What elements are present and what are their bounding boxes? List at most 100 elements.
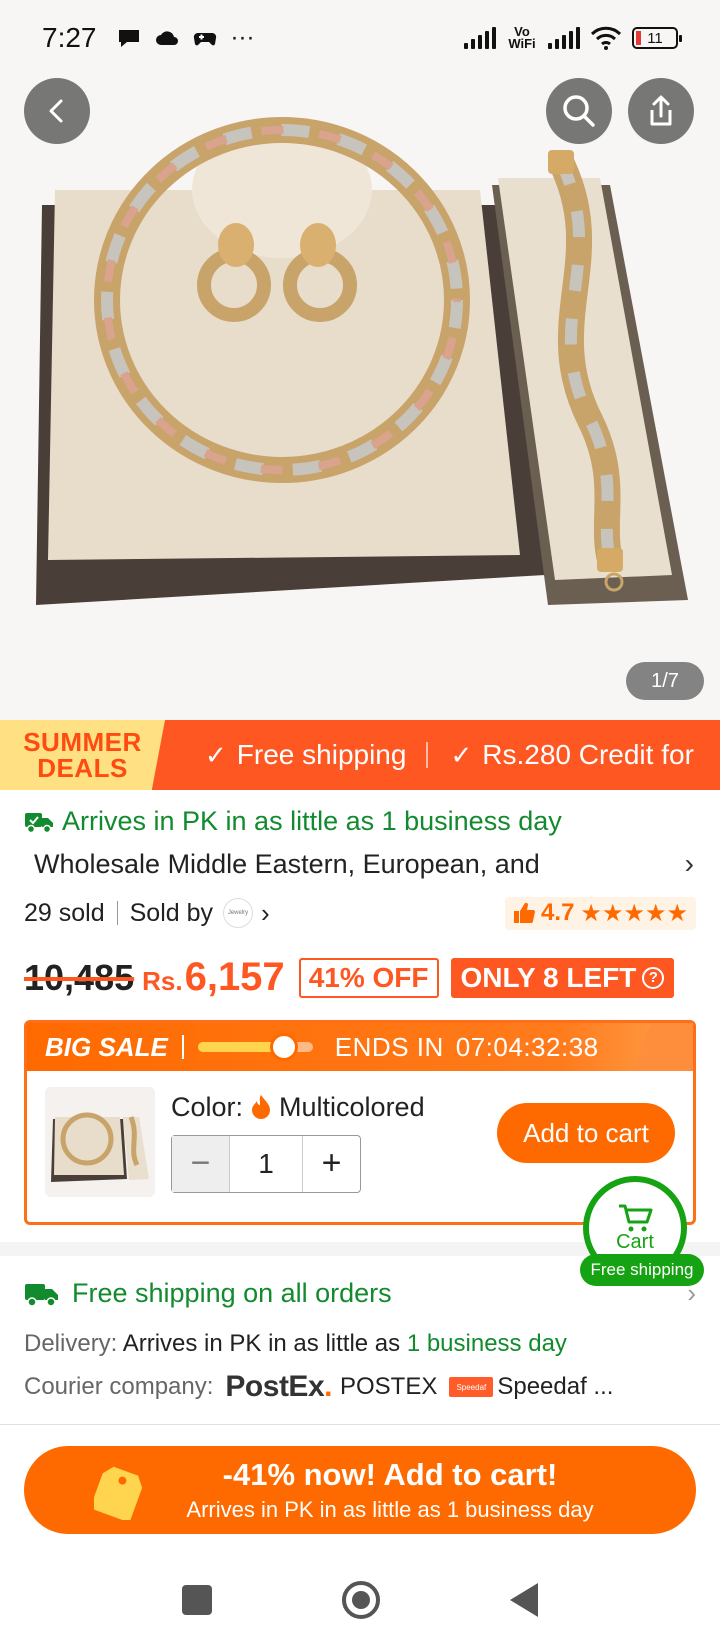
cart-icon [619, 1204, 653, 1231]
ends-in-label: ENDS IN [334, 1031, 444, 1062]
status-time: 7:27 [42, 22, 97, 53]
postex-logo: PostEx. [225, 1370, 332, 1403]
arrival-text: Arrives in PK in as little as 1 business… [62, 806, 562, 836]
product-image [0, 0, 720, 720]
delivery-highlight: 1 business day [406, 1330, 567, 1357]
divider [0, 1424, 720, 1425]
big-sale-label: BIG SALE [45, 1031, 168, 1062]
bottom-add-to-cart-button[interactable]: -41% now! Add to cart! Arrives in PK in … [24, 1446, 696, 1534]
chevron-right-icon: › [684, 848, 694, 879]
badge-line-2: DEALS [37, 753, 128, 783]
battery-icon: 11 [632, 27, 682, 49]
flame-icon [252, 1095, 271, 1119]
summer-deals-banner[interactable]: SUMMER DEALS ✓ Free shipping ✓ Rs.280 Cr… [0, 720, 720, 790]
cart-label: Cart [616, 1230, 654, 1253]
stock-badge[interactable]: ONLY 8 LEFT ? [450, 957, 675, 998]
free-shipping-perk: ✓ Free shipping [205, 739, 406, 771]
add-to-cart-button[interactable]: Add to cart [497, 1103, 675, 1163]
color-label: Color: [171, 1091, 244, 1122]
delivery-text: Arrives in PK in as little as [122, 1330, 401, 1357]
delivery-truck-icon [25, 812, 53, 833]
stock-text: ONLY 8 LEFT [460, 961, 637, 993]
original-price: 10,485 [24, 957, 135, 998]
check-icon: ✓ [450, 739, 473, 770]
search-button[interactable] [546, 78, 612, 144]
store-logo-text: Jewelry [227, 910, 249, 916]
help-icon: ? [642, 966, 665, 989]
delivery-label: Delivery: [24, 1330, 118, 1357]
badge-line-1: SUMMER [23, 727, 142, 757]
back-nav-button[interactable] [510, 1583, 538, 1617]
cloud-icon [155, 31, 178, 45]
sold-by-label: Sold by [129, 898, 214, 927]
product-title-row[interactable]: Wholesale Middle Eastern, European, and … [34, 848, 694, 880]
quantity-value[interactable]: 1 [230, 1148, 302, 1180]
header-decoration [633, 1023, 693, 1071]
cellular-signal-icon [464, 27, 496, 49]
arrival-info: Arrives in PK in as little as 1 business… [24, 806, 562, 837]
rating-badge[interactable]: 4.7 ★★★★★ [505, 896, 696, 930]
image-page-indicator: 1/7 [626, 662, 704, 700]
price-tag-icon [94, 1466, 143, 1520]
chevron-left-icon [49, 99, 63, 123]
chevron-right-icon: › [687, 1278, 696, 1308]
sold-row: 29 sold Sold by Jewelry › 4.7 ★★★★★ [24, 893, 696, 933]
currency: Rs. [142, 966, 183, 996]
rating-value: 4.7 [541, 899, 575, 926]
product-title: Wholesale Middle Eastern, European, and [34, 848, 540, 879]
gamepad-icon [193, 32, 216, 46]
product-image-gallery[interactable]: 1/7 [0, 0, 720, 720]
divider [116, 901, 118, 925]
store-logo[interactable]: Jewelry [223, 898, 254, 928]
sold-count: 29 sold [24, 898, 105, 927]
increase-quantity-button[interactable]: + [302, 1135, 360, 1192]
sale-progress-bar [197, 1033, 313, 1061]
vowifi-indicator: Vo WiFi [508, 24, 536, 51]
status-more-icon: ··· [230, 24, 255, 51]
cta-main-text: -41% now! Add to cart! [222, 1457, 558, 1492]
battery-level: 11 [647, 29, 663, 47]
decrease-quantity-button[interactable]: − [172, 1135, 230, 1192]
perk-label: Rs.280 Credit for [482, 739, 694, 770]
share-button[interactable] [628, 78, 694, 144]
variant-thumbnail[interactable] [45, 1087, 155, 1197]
current-price: 6,157 [184, 955, 285, 999]
courier-label: Courier company: [24, 1373, 214, 1400]
delivery-truck-icon [25, 1283, 58, 1307]
cta-sub-text: Arrives in PK in as little as 1 business… [186, 1497, 594, 1522]
share-icon [650, 95, 672, 126]
home-button[interactable] [342, 1581, 380, 1619]
postex-logo-text: PostEx [225, 1370, 325, 1403]
status-bar: 7:27 ··· Vo WiFi 11 [0, 0, 720, 76]
chevron-right-icon[interactable]: › [261, 898, 270, 929]
price-row: 10,485 Rs. 6,157 41% OFF ONLY 8 LEFT ? [24, 955, 675, 1000]
check-icon: ✓ [205, 739, 227, 770]
perk-divider [426, 742, 429, 768]
clock-icon [270, 1033, 299, 1061]
credit-perk: ✓ Rs.280 Credit for [450, 739, 693, 771]
courier-1-name: POSTEX [339, 1373, 438, 1400]
shipping-row[interactable]: Free shipping on all orders › [24, 1278, 696, 1309]
color-line[interactable]: Color: Multicolored [171, 1092, 425, 1123]
variant-selector: Color: Multicolored − 1 + Add to cart [27, 1071, 693, 1213]
courier-line: Courier company: PostEx. POSTEX Speedaf … [24, 1370, 613, 1404]
chat-notification-icon [118, 30, 139, 47]
cellular-signal-2-icon [548, 27, 580, 49]
divider [181, 1035, 184, 1059]
big-sale-header: BIG SALE ENDS IN 07:04:32:38 [27, 1023, 693, 1071]
variant-thumbnail-image [45, 1087, 155, 1197]
delivery-line: Delivery: Arrives in PK in as little as … [24, 1330, 567, 1358]
wifi-icon [590, 26, 622, 50]
back-button[interactable] [24, 78, 90, 144]
recents-button[interactable] [182, 1585, 212, 1615]
shipping-title: Free shipping on all orders [72, 1278, 392, 1308]
search-icon [563, 95, 595, 127]
summer-deals-badge: SUMMER DEALS [0, 720, 165, 790]
rating-stars: ★★★★★ [580, 899, 688, 927]
courier-2-name: Speedaf ... [497, 1373, 614, 1400]
color-value: Multicolored [279, 1091, 425, 1122]
speedaf-logo: Speedaf [449, 1377, 494, 1397]
perk-label: Free shipping [236, 739, 407, 770]
system-nav-bar [0, 1560, 720, 1640]
countdown-timer: 07:04:32:38 [455, 1031, 599, 1062]
